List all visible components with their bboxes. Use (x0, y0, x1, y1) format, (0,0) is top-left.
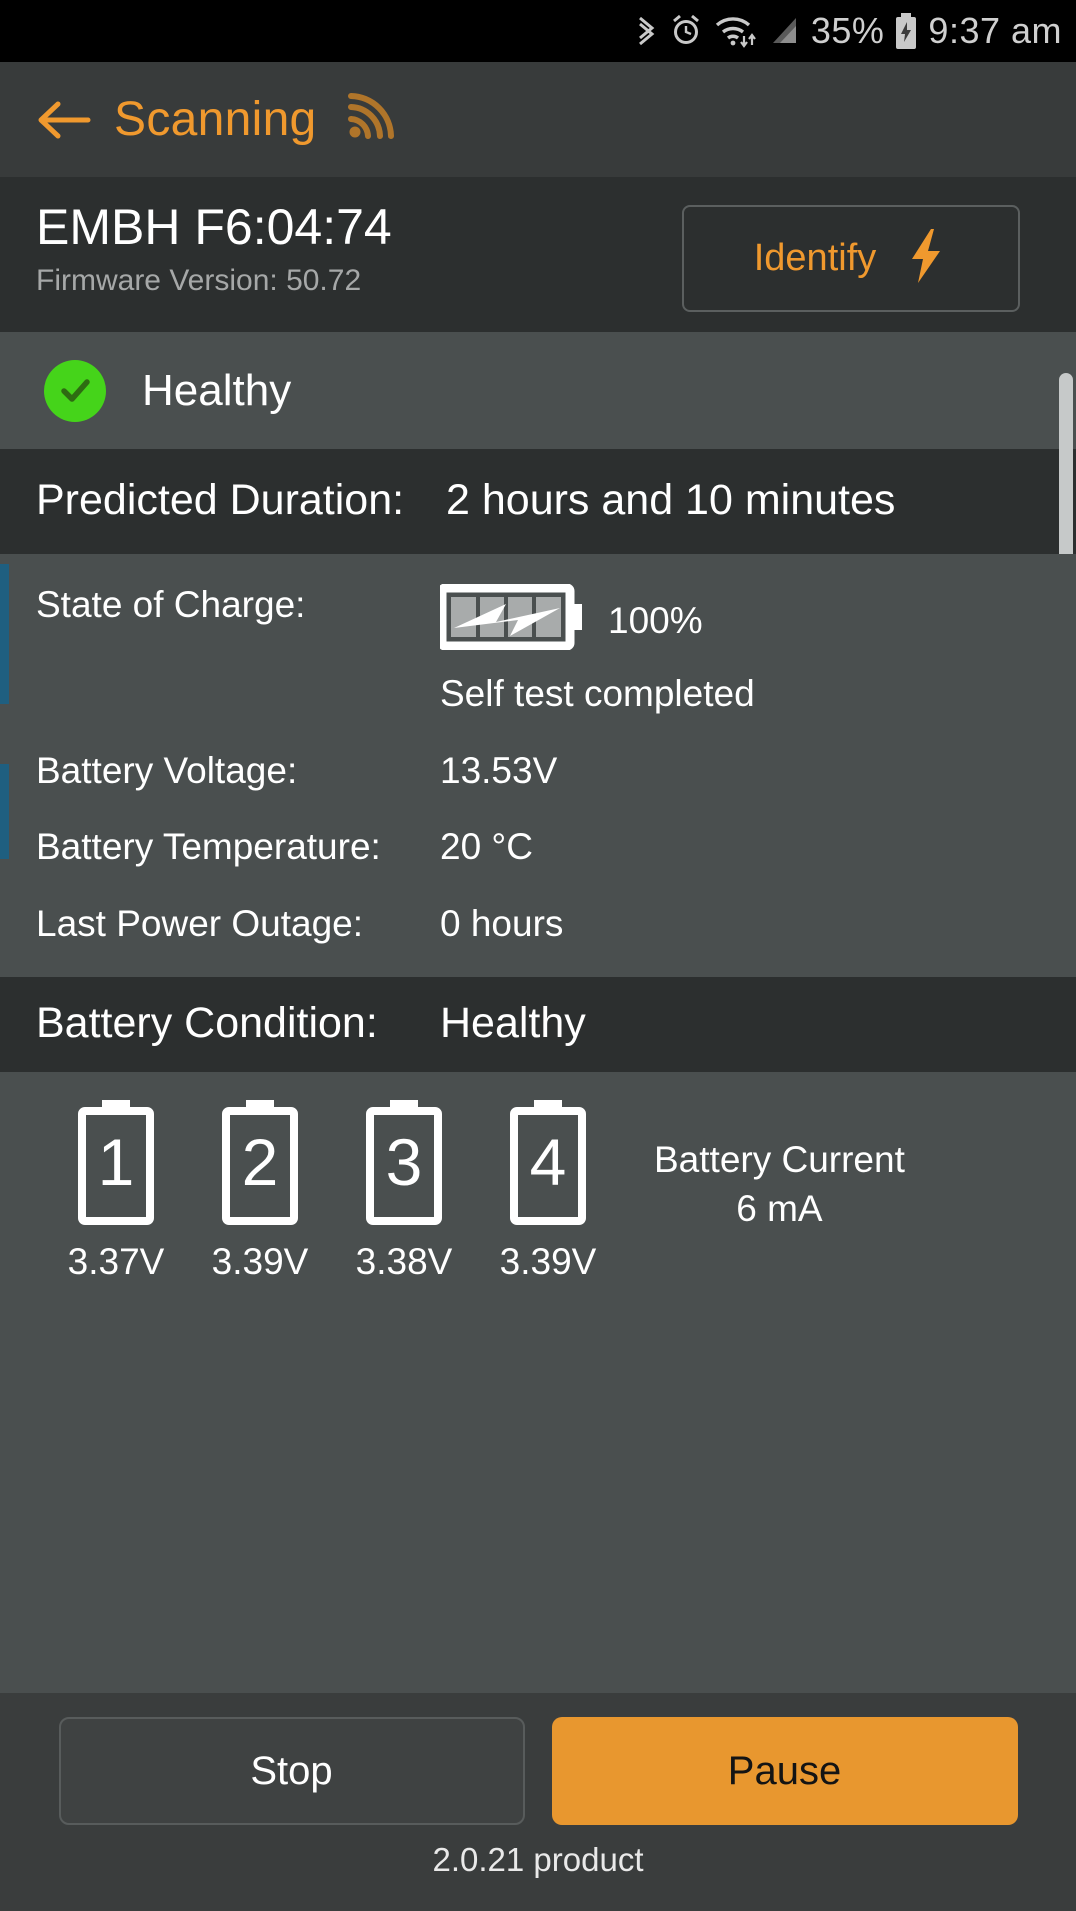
self-test-status: Self test completed (440, 673, 755, 715)
cell-list: 1 3.37V 2 3.39V 3 3.38V 4 3.39V Battery … (0, 1098, 1076, 1283)
cell-voltage: 3.39V (499, 1241, 597, 1283)
battery-cell-icon: 4 (502, 1098, 594, 1231)
battery-current-block: Battery Current 6 mA (654, 1098, 905, 1232)
page-title: Scanning (114, 93, 317, 146)
app-root: 35% 9:37 am Scanning EMBH F6:04:74 Firmw… (0, 0, 1076, 1911)
svg-text:3: 3 (386, 1125, 423, 1199)
cell-item: 4 3.39V (476, 1098, 620, 1283)
left-edge-indicator-bottom (0, 763, 9, 859)
alarm-icon (668, 12, 704, 50)
last-power-outage-label: Last Power Outage: (36, 902, 364, 944)
battery-current-label: Battery Current (654, 1139, 905, 1181)
metric-row-battery-temperature: Battery Temperature: 20 °C (36, 826, 1040, 869)
cell-item: 2 3.39V (188, 1098, 332, 1283)
metrics-panel: State of Charge: 100% Self test complete… (0, 553, 1076, 978)
battery-cell-icon: 3 (358, 1098, 450, 1231)
device-header: EMBH F6:04:74 Firmware Version: 50.72 Id… (0, 177, 1076, 689)
cell-voltage: 3.39V (211, 1241, 309, 1283)
left-edge-indicator-top (0, 563, 9, 704)
pause-button-label: Pause (727, 1748, 842, 1793)
battery-charging-horizontal-icon (437, 583, 586, 660)
svg-text:2: 2 (242, 1125, 279, 1199)
health-status-banner: Healthy (0, 332, 1076, 449)
battery-condition-value: Healthy (440, 999, 586, 1048)
predicted-duration-row: Predicted Duration: 2 hours and 10 minut… (0, 449, 1076, 554)
bottom-action-bar: Stop Pause 2.0.21 product (0, 1693, 1076, 1911)
device-info: EMBH F6:04:74 Firmware Version: 50.72 (36, 199, 392, 298)
identify-button-label: Identify (753, 237, 877, 279)
cellular-signal-icon (766, 12, 802, 50)
predicted-duration-value: 2 hours and 10 minutes (446, 476, 896, 524)
battery-cell-icon: 1 (70, 1098, 162, 1231)
build-version-label: 2.0.21 product (432, 1841, 644, 1878)
metric-row-last-power-outage: Last Power Outage: 0 hours (36, 903, 1040, 946)
green-check-circle-icon (44, 359, 106, 422)
lightning-bolt-icon (904, 227, 948, 290)
cell-voltage: 3.38V (355, 1241, 453, 1283)
rss-signal-icon (345, 92, 395, 147)
battery-voltage-label: Battery Voltage: (36, 749, 298, 791)
cell-item: 3 3.38V (332, 1098, 476, 1283)
metric-row-battery-voltage: Battery Voltage: 13.53V (36, 750, 1040, 793)
svg-text:1: 1 (98, 1125, 135, 1199)
app-bar: Scanning (0, 62, 1076, 177)
metric-row-state-of-charge: State of Charge: 100% Self test complete… (36, 583, 1040, 716)
battery-condition-label: Battery Condition: (36, 999, 378, 1048)
cells-panel: 1 3.37V 2 3.39V 3 3.38V 4 3.39V Battery … (0, 1072, 1076, 1284)
cell-voltage: 3.37V (67, 1241, 165, 1283)
identify-button[interactable]: Identify (682, 205, 1020, 312)
battery-voltage-value: 13.53V (440, 749, 558, 791)
bluetooth-icon (633, 12, 659, 50)
wifi-icon (713, 12, 757, 50)
health-status-label: Healthy (142, 365, 292, 415)
battery-current-value: 6 mA (736, 1187, 823, 1229)
stop-button-label: Stop (250, 1748, 333, 1793)
battery-cell-icon: 2 (214, 1098, 306, 1231)
battery-temperature-label: Battery Temperature: (36, 826, 381, 868)
battery-temperature-value: 20 °C (440, 826, 533, 868)
battery-condition-row: Battery Condition: Healthy (0, 977, 1076, 1073)
battery-percent-label: 35% (810, 10, 885, 51)
pause-button[interactable]: Pause (551, 1717, 1018, 1825)
back-arrow-icon[interactable] (36, 98, 92, 142)
stop-button[interactable]: Stop (58, 1717, 525, 1825)
svg-text:4: 4 (530, 1125, 567, 1199)
state-of-charge-label: State of Charge: (36, 583, 306, 625)
battery-charging-icon (893, 11, 919, 51)
state-of-charge-value: 100% (608, 600, 703, 642)
clock-label: 9:37 am (928, 10, 1062, 51)
system-status-bar: 35% 9:37 am (0, 0, 1076, 62)
last-power-outage-value: 0 hours (440, 902, 564, 944)
device-name: EMBH F6:04:74 (36, 199, 392, 255)
predicted-duration-label: Predicted Duration: (36, 476, 405, 524)
cell-item: 1 3.37V (44, 1098, 188, 1283)
device-firmware-version: Firmware Version: 50.72 (36, 264, 362, 297)
